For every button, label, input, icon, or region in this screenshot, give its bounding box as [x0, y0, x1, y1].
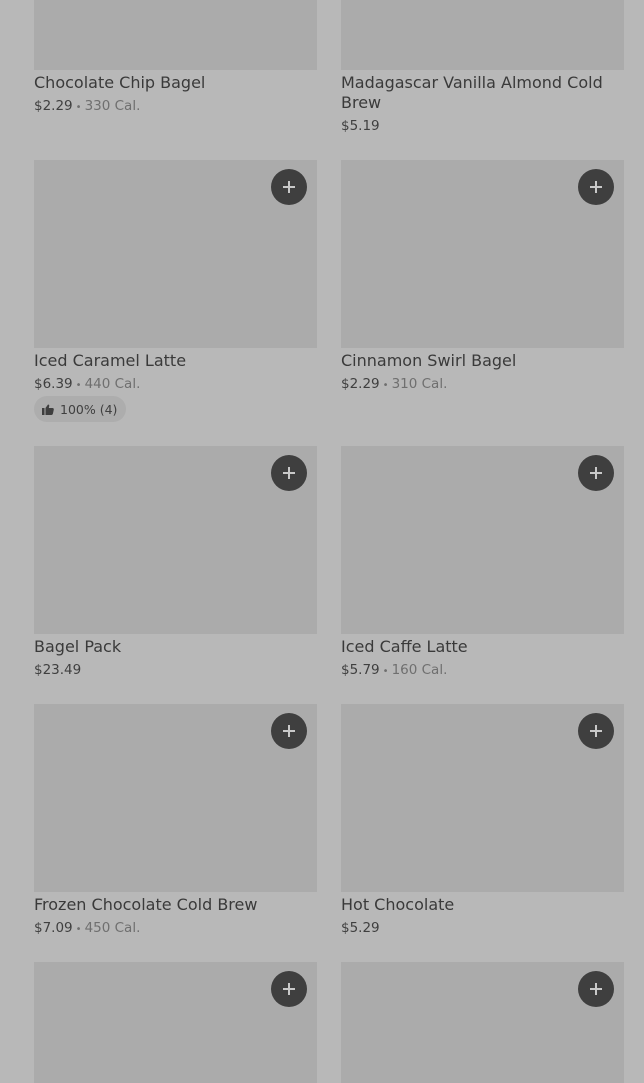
item-meta: $5.19 — [341, 117, 380, 135]
separator-dot: • — [75, 924, 82, 935]
rating-badge[interactable]: 100% (4) — [34, 396, 127, 422]
item-calories: 450 Cal. — [84, 920, 141, 936]
item-name: Bagel Pack — [34, 637, 122, 656]
item-meta: $5.29 — [341, 919, 380, 937]
add-to-cart-button[interactable] — [578, 455, 614, 491]
item-price: $7.09 — [34, 920, 73, 936]
separator-dot: • — [382, 380, 389, 391]
item-meta: $5.79 • 160 Cal. — [341, 661, 447, 681]
item-name: Chocolate Chip Bagel — [34, 73, 206, 92]
item-price: $5.19 — [341, 118, 380, 134]
item-name: Madagascar Vanilla Almond Cold Brew — [341, 73, 603, 112]
add-to-cart-button[interactable] — [271, 971, 307, 1007]
item-meta: $6.39 • 440 Cal. — [34, 375, 140, 395]
item-calories: 310 Cal. — [391, 376, 448, 392]
item-price: $5.29 — [341, 920, 380, 936]
add-to-cart-button[interactable] — [271, 169, 307, 205]
item-name: Iced Caramel Latte — [34, 351, 187, 370]
item-price: $5.79 — [341, 662, 380, 678]
item-image[interactable] — [34, 0, 317, 70]
item-calories: 330 Cal. — [84, 98, 141, 114]
item-name: Iced Caffe Latte — [341, 637, 468, 656]
separator-dot: • — [75, 102, 82, 113]
item-name: Cinnamon Swirl Bagel — [341, 351, 517, 370]
item-price: $2.29 — [341, 376, 380, 392]
item-meta: $23.49 — [34, 661, 81, 679]
separator-dot: • — [382, 666, 389, 677]
add-to-cart-button[interactable] — [578, 971, 614, 1007]
item-meta: $7.09 • 450 Cal. — [34, 919, 140, 939]
item-name: Hot Chocolate — [341, 895, 455, 914]
add-to-cart-button[interactable] — [578, 713, 614, 749]
item-meta: $2.29 • 310 Cal. — [341, 375, 447, 395]
add-to-cart-button[interactable] — [271, 455, 307, 491]
add-to-cart-button[interactable] — [271, 713, 307, 749]
item-calories: 160 Cal. — [391, 662, 448, 678]
thumbs-up-icon — [42, 404, 54, 415]
item-price: $23.49 — [34, 662, 82, 678]
add-to-cart-button[interactable] — [578, 169, 614, 205]
item-meta: $2.29 • 330 Cal. — [34, 97, 140, 117]
item-price: $2.29 — [34, 98, 73, 114]
item-calories: 440 Cal. — [84, 376, 141, 392]
item-name: Frozen Chocolate Cold Brew — [34, 895, 258, 914]
rating-text: 100% (4) — [60, 401, 118, 417]
separator-dot: • — [75, 380, 82, 391]
item-price: $6.39 — [34, 376, 73, 392]
item-image[interactable] — [341, 0, 624, 70]
